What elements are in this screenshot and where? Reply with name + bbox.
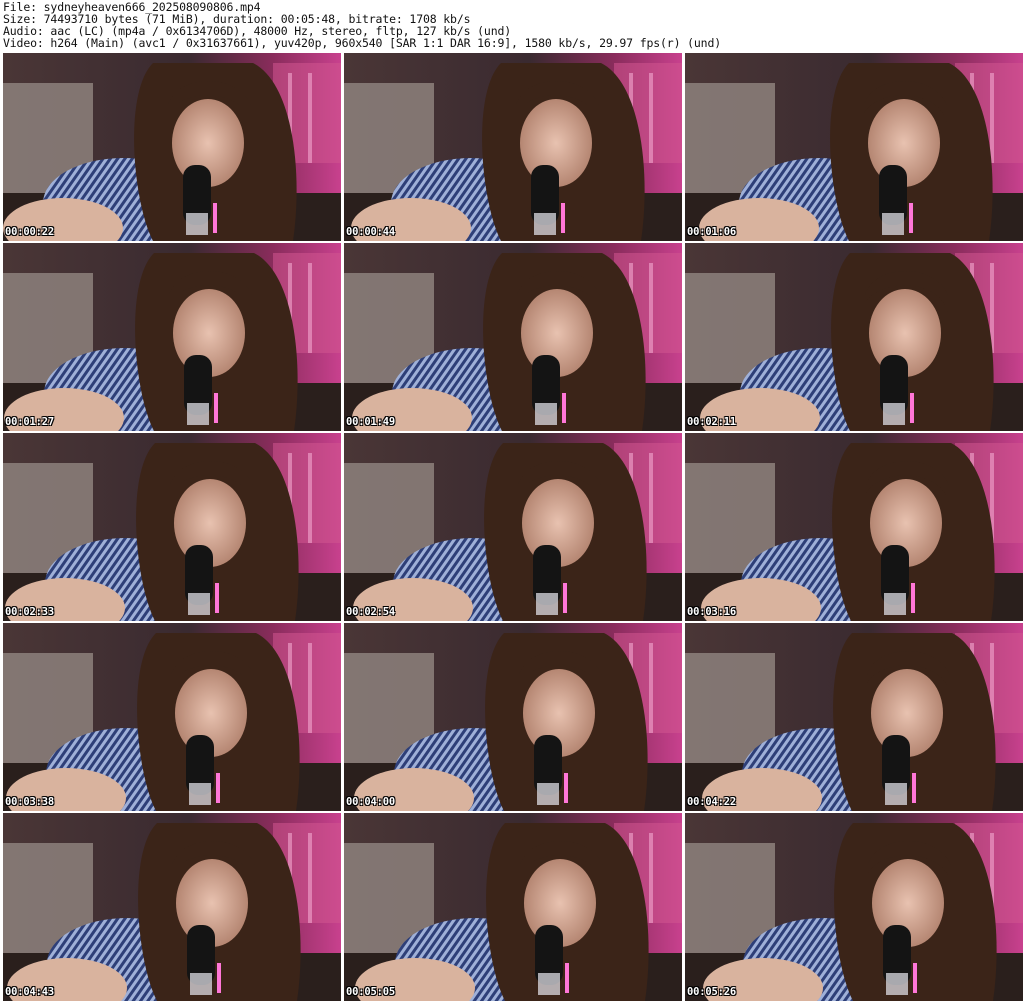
video-frame-thumbnail: 00:01:49 (344, 243, 682, 431)
frame-timestamp: 00:00:22 (5, 226, 54, 238)
video-frame-thumbnail: 00:02:54 (344, 433, 682, 621)
video-frame-thumbnail: 00:02:11 (685, 243, 1023, 431)
frame-image (685, 53, 1023, 241)
video-frame-thumbnail: 00:05:26 (685, 813, 1023, 1001)
video-frame-thumbnail: 00:04:00 (344, 623, 682, 811)
video-frame-thumbnail: 00:05:05 (344, 813, 682, 1001)
frame-image (344, 623, 682, 811)
frame-timestamp: 00:03:38 (5, 796, 54, 808)
frame-image (3, 433, 341, 621)
frame-image (344, 243, 682, 431)
frame-image (685, 243, 1023, 431)
frame-image (3, 623, 341, 811)
video-frame-thumbnail: 00:01:06 (685, 53, 1023, 241)
frame-timestamp: 00:04:00 (346, 796, 395, 808)
frame-timestamp: 00:02:54 (346, 606, 395, 618)
video-frame-thumbnail: 00:04:22 (685, 623, 1023, 811)
frame-timestamp: 00:01:49 (346, 416, 395, 428)
video-frame-thumbnail: 00:03:38 (3, 623, 341, 811)
frame-image (685, 433, 1023, 621)
video-frame-thumbnail: 00:00:22 (3, 53, 341, 241)
video-info-line: Video: h264 (Main) (avc1 / 0x31637661), … (3, 36, 722, 50)
frame-timestamp: 00:05:26 (687, 986, 736, 998)
video-frame-thumbnail: 00:02:33 (3, 433, 341, 621)
thumbnail-grid: 00:00:22 00:00:44 00:01:06 00:01:27 00:01:49… (3, 53, 1023, 1001)
media-info-header: File: sydneyheaven666_202508090806.mp4 S… (3, 1, 1021, 49)
frame-timestamp: 00:01:06 (687, 226, 736, 238)
frame-image (685, 813, 1023, 1001)
video-frame-thumbnail: 00:01:27 (3, 243, 341, 431)
frame-timestamp: 00:04:43 (5, 986, 54, 998)
frame-timestamp: 00:03:16 (687, 606, 736, 618)
video-frame-thumbnail: 00:00:44 (344, 53, 682, 241)
frame-timestamp: 00:02:11 (687, 416, 736, 428)
video-frame-thumbnail: 00:04:43 (3, 813, 341, 1001)
frame-image (3, 53, 341, 241)
frame-timestamp: 00:01:27 (5, 416, 54, 428)
frame-image (344, 433, 682, 621)
frame-timestamp: 00:05:05 (346, 986, 395, 998)
frame-image (3, 243, 341, 431)
frame-timestamp: 00:02:33 (5, 606, 54, 618)
frame-timestamp: 00:04:22 (687, 796, 736, 808)
frame-timestamp: 00:00:44 (346, 226, 395, 238)
frame-image (344, 813, 682, 1001)
video-frame-thumbnail: 00:03:16 (685, 433, 1023, 621)
frame-image (344, 53, 682, 241)
frame-image (3, 813, 341, 1001)
frame-image (685, 623, 1023, 811)
